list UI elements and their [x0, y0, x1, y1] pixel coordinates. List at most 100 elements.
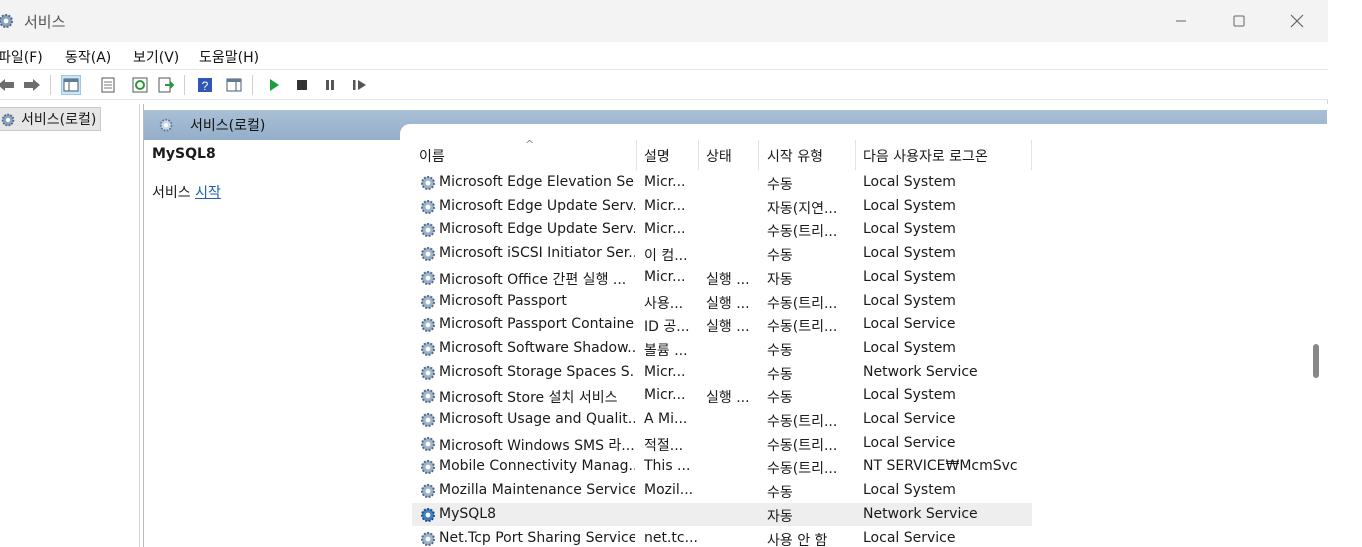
service-row[interactable]: Microsoft iSCSI Initiator Ser... 이 컴... 수동… — [412, 242, 1032, 266]
properties-icon — [101, 77, 115, 93]
menu-action[interactable]: 동작(A) — [65, 47, 111, 67]
minimize-icon — [1176, 20, 1186, 22]
forward-arrow-icon — [24, 79, 40, 91]
tree-item-services-local[interactable]: 서비스(로컬) — [0, 107, 102, 131]
service-row[interactable]: Microsoft Windows SMS 라... 적절... 수동(트리... L… — [412, 432, 1032, 456]
column-header-log-on-as[interactable]: 다음 사용자로 로그온 — [863, 140, 1031, 170]
maximize-button[interactable] — [1210, 0, 1268, 42]
minimize-button[interactable] — [1152, 0, 1210, 42]
pane-header-title: 서비스(로컬) — [190, 118, 266, 134]
service-log-on-as: Local System — [863, 197, 956, 214]
service-log-on-as: Local Service — [863, 316, 956, 333]
service-description: ID 공... — [644, 319, 690, 336]
magnifier-gear-icon — [158, 117, 176, 135]
vertical-scrollbar[interactable] — [1306, 140, 1326, 547]
service-gear-icon — [418, 315, 438, 335]
service-action-line: 서비스 시작 — [152, 182, 402, 202]
help-button[interactable]: ? — [195, 75, 215, 95]
service-startup-type: 수동 — [767, 342, 793, 359]
play-icon — [270, 79, 279, 91]
column-header-name[interactable]: ^ 이름 — [419, 138, 635, 170]
column-divider[interactable] — [636, 140, 637, 170]
pause-service-button[interactable] — [320, 75, 340, 95]
service-gear-icon — [418, 386, 438, 406]
column-header-description[interactable]: 설명 — [644, 140, 696, 170]
toolbar-separator — [252, 75, 253, 95]
service-status: 실행 ... — [706, 390, 750, 407]
service-gear-icon — [418, 410, 438, 430]
service-row[interactable]: Microsoft Edge Elevation Se... Micr... 수동 L… — [412, 171, 1032, 195]
toolbar-separator — [184, 75, 185, 95]
service-row[interactable]: Net.Tcp Port Sharing Service net.tc... 사용 … — [412, 527, 1032, 547]
menu-view[interactable]: 보기(V) — [133, 47, 179, 67]
column-header-startup-type[interactable]: 시작 유형 — [767, 140, 853, 170]
menu-bar: 파일(F) 동작(A) 보기(V) 도움말(H) — [0, 42, 1328, 70]
forward-button[interactable] — [22, 75, 42, 95]
service-startup-type: 수동 — [767, 177, 793, 193]
export-list-button[interactable] — [156, 75, 176, 95]
service-row[interactable]: Microsoft Software Shadow... 볼륨 ... 수동 Loca… — [412, 337, 1032, 361]
service-gear-icon — [418, 197, 438, 217]
help-icon: ? — [198, 78, 212, 93]
service-description: Micr... — [644, 387, 686, 404]
service-gear-icon — [418, 173, 438, 193]
service-description: Micr... — [644, 197, 686, 214]
menu-help[interactable]: 도움말(H) — [199, 47, 259, 67]
column-divider[interactable] — [758, 140, 759, 170]
action-pane-button[interactable] — [224, 75, 244, 95]
column-divider[interactable] — [1031, 140, 1032, 170]
service-row[interactable]: Microsoft Edge Update Serv... Micr... 자동(지… — [412, 195, 1032, 219]
service-description: 적절... — [644, 437, 684, 454]
show-hide-console-tree-button[interactable] — [61, 75, 81, 95]
service-gear-icon — [418, 505, 438, 525]
service-description: Mozil... — [644, 482, 694, 499]
back-arrow-icon — [0, 79, 14, 91]
service-gear-icon — [418, 220, 438, 240]
service-gear-icon — [418, 481, 438, 501]
console-tree: 서비스(로컬) — [0, 104, 140, 547]
service-row[interactable]: Microsoft Passport Container ID 공... 실행 ..… — [412, 313, 1032, 337]
start-service-button[interactable] — [264, 75, 284, 95]
column-header-status[interactable]: 상태 — [706, 140, 758, 170]
service-name: Microsoft iSCSI Initiator Ser... — [439, 245, 635, 262]
service-log-on-as: Local System — [863, 339, 956, 356]
service-row[interactable]: Mozilla Maintenance Service Mozil... 수동 Loc… — [412, 479, 1032, 503]
back-button[interactable] — [0, 75, 16, 95]
scrollbar-thumb[interactable] — [1313, 344, 1319, 378]
service-log-on-as: Local Service — [863, 411, 956, 427]
service-gear-icon — [418, 434, 438, 454]
service-name: MySQL8 — [439, 505, 496, 522]
service-log-on-as: Local Service — [863, 529, 956, 546]
restart-service-button[interactable] — [350, 75, 370, 95]
action-pane-icon — [226, 78, 242, 92]
service-row[interactable]: Microsoft Passport 사용... 실행 ... 수동(트리... Loc… — [412, 290, 1032, 314]
service-log-on-as: Local Service — [863, 434, 956, 451]
service-log-on-as: Local System — [863, 268, 956, 285]
service-row[interactable]: Microsoft Store 설치 서비스 Micr... 실행 ... 수동 Loc… — [412, 384, 1032, 408]
action-prefix: 서비스 — [152, 185, 191, 201]
toolbar-separator — [50, 75, 51, 95]
stop-service-button[interactable] — [292, 75, 312, 95]
service-row[interactable]: Microsoft Office 간편 실행 ... Micr... 실행 ... 자… — [412, 266, 1032, 290]
properties-button[interactable] — [98, 75, 118, 95]
start-service-link[interactable]: 시작 — [195, 185, 221, 201]
service-description: This ... — [644, 458, 691, 475]
service-name: Microsoft Passport Container — [439, 316, 635, 333]
service-row[interactable]: Microsoft Edge Update Serv... Micr... 수동(트… — [412, 218, 1032, 242]
service-name: Microsoft Edge Update Serv... — [439, 221, 635, 238]
service-gear-icon — [418, 457, 438, 477]
service-row[interactable]: MySQL8 자동 Network Service — [412, 502, 1032, 527]
service-row[interactable]: Mobile Connectivity Manag... This ... 수동(트… — [412, 455, 1032, 479]
service-row[interactable]: Microsoft Usage and Qualit... A Mi... 수동(트… — [412, 408, 1032, 432]
column-divider[interactable] — [855, 140, 856, 170]
desktop-background — [1328, 0, 1362, 547]
column-divider[interactable] — [698, 140, 699, 170]
refresh-button[interactable] — [130, 75, 150, 95]
service-startup-type: 수동(트리... — [767, 437, 838, 454]
close-button[interactable] — [1268, 0, 1326, 42]
service-name: Microsoft Passport — [439, 292, 567, 309]
title-bar[interactable]: 서비스 — [0, 0, 1328, 42]
service-name: Microsoft Office 간편 실행 ... — [439, 271, 627, 288]
service-row[interactable]: Microsoft Storage Spaces S... Micr... 수동 Ne… — [412, 361, 1032, 385]
menu-file[interactable]: 파일(F) — [0, 47, 43, 67]
